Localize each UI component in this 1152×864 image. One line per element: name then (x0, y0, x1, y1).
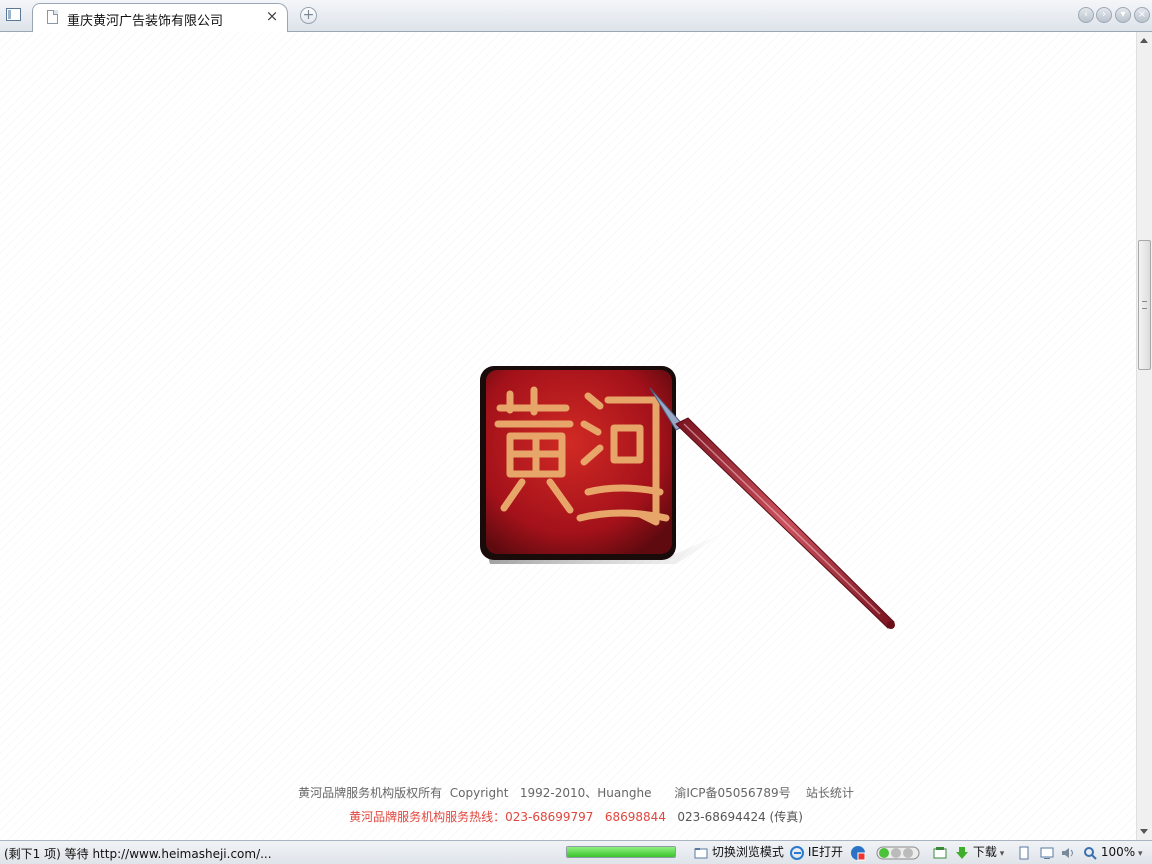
footer-hotline: 黄河品牌服务机构服务热线：023-68699797 68698844 023-6… (0, 808, 1136, 825)
tab-bar: 重庆黄河广告装饰有限公司 × + ‹ › ▾ × (0, 0, 1152, 32)
download-label: 下载 (972, 845, 997, 859)
fax-number: 023-68694424 (传真) (677, 810, 803, 824)
sidebar-toggle-icon[interactable] (6, 8, 21, 21)
window-icon[interactable] (932, 844, 948, 860)
mode-switch-label: 切换浏览模式 (711, 845, 784, 859)
tab-close-icon[interactable]: × (265, 8, 279, 24)
footer-copyright: 黄河品牌服务机构版权所有 Copyright 1992-2010、Huanghe… (298, 786, 854, 800)
page-icon-small[interactable] (1018, 844, 1030, 860)
page-icon (47, 10, 58, 24)
hotline-phone-1: 023-68699797 (505, 810, 594, 824)
download-arrow-icon (956, 846, 968, 859)
loading-progress-fill (567, 847, 675, 857)
ie-open-button[interactable]: IE打开 (790, 844, 843, 860)
forward-icon[interactable]: › (1096, 7, 1112, 23)
vertical-scrollbar[interactable] (1136, 32, 1152, 840)
zoom-control[interactable]: 100% ▾ (1083, 844, 1143, 860)
menu-chevron-down-icon[interactable]: ▾ (1115, 7, 1131, 23)
hotline-phone-2: 68698844 (604, 810, 666, 824)
tab-title: 重庆黄河广告装饰有限公司 (67, 14, 224, 29)
scroll-thumb[interactable] (1138, 240, 1151, 370)
mode-switch-button[interactable]: 切换浏览模式 (694, 844, 784, 860)
download-button[interactable]: 下载 ▾ (955, 844, 1004, 860)
status-bar: (剩下1 项) 等待 http://www.heimasheji.com/...… (0, 840, 1152, 864)
scroll-up-arrow-icon[interactable] (1140, 38, 1148, 43)
zoom-label: 100% (1100, 845, 1136, 859)
back-icon[interactable]: ‹ (1078, 7, 1094, 23)
status-text: (剩下1 项) 等待 http://www.heimasheji.com/... (4, 847, 272, 861)
volume-icon[interactable] (1060, 844, 1076, 860)
ie-icon (790, 845, 804, 860)
seal-text: 黄河 (470, 332, 472, 333)
page-content: 黄河 黄河品牌服务机构版权所有 Copyright 1992-2010、Huan… (0, 32, 1136, 840)
huanghe-seal-logo[interactable]: 黄河 (470, 332, 910, 642)
folder-icon (694, 847, 708, 858)
ie-open-label: IE打开 (807, 845, 843, 859)
network-status-icon[interactable] (850, 844, 866, 860)
window-close-icon[interactable]: × (1134, 7, 1150, 23)
toggle-switch-icon[interactable] (876, 844, 920, 860)
zoom-magnifier-icon (1084, 846, 1097, 860)
screen-icon[interactable] (1040, 844, 1054, 860)
loading-progress-bar (566, 846, 676, 858)
new-tab-button[interactable]: + (300, 7, 317, 24)
tab-active[interactable]: 重庆黄河广告装饰有限公司 × (32, 3, 288, 32)
hotline-label: 黄河品牌服务机构服务热线： (349, 810, 506, 824)
scroll-down-arrow-icon[interactable] (1140, 829, 1148, 834)
pen-icon (649, 387, 895, 629)
